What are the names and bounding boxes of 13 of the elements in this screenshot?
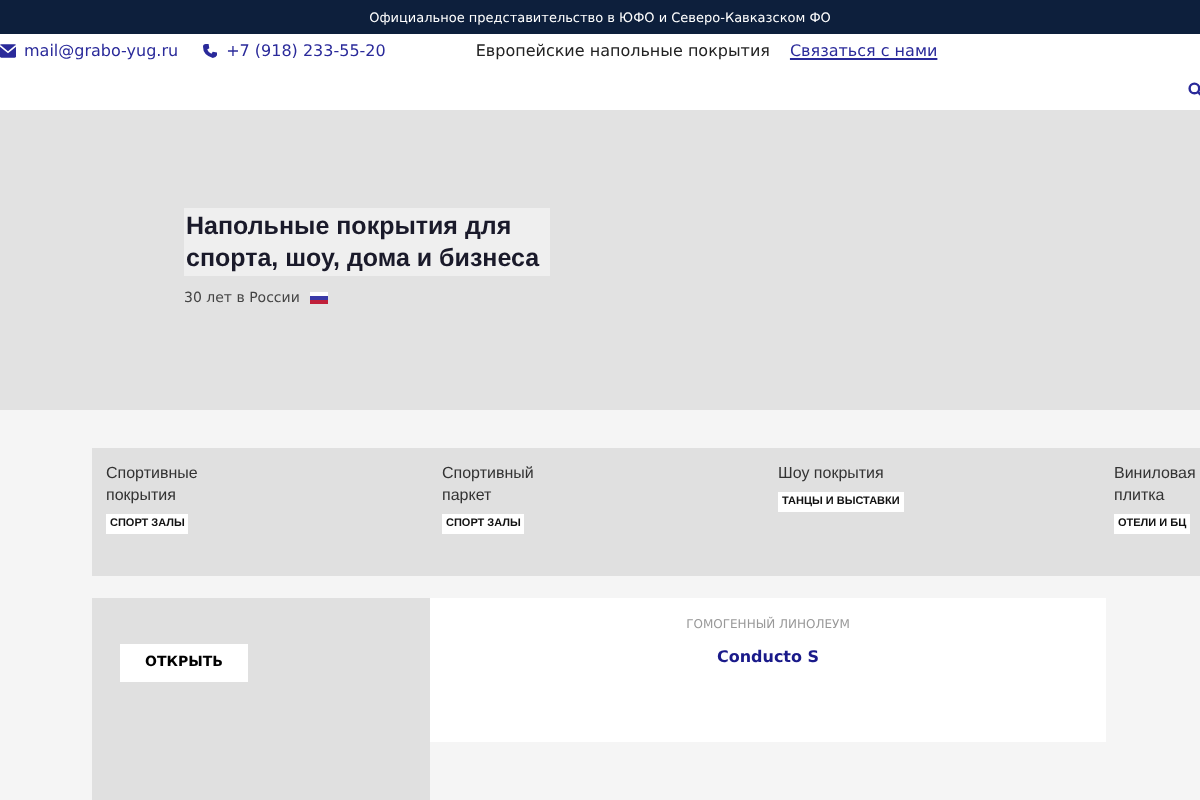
search-icon[interactable] bbox=[1188, 81, 1200, 97]
tagline: Европейские напольные покрытия bbox=[475, 42, 770, 60]
flag-icon bbox=[309, 292, 328, 304]
hero-title: Напольные покрытия для спорта, шоу, дома и бизнеса bbox=[184, 208, 550, 276]
phone-link[interactable]: +7 (918) 233-55-20 bbox=[226, 42, 386, 60]
email-link[interactable]: mail@grabo-yug.ru bbox=[24, 42, 179, 60]
contact-link[interactable]: Связаться с нами bbox=[789, 42, 938, 60]
category-title[interactable]: Шоу покрытия bbox=[778, 462, 894, 484]
phone-icon bbox=[202, 44, 219, 58]
category-title[interactable]: Спортивный паркет bbox=[442, 462, 558, 506]
product-name[interactable]: Conducto S bbox=[716, 648, 820, 666]
category-title[interactable]: Виниловая плитка bbox=[1114, 462, 1200, 506]
category-title[interactable]: Спортивные покрытия bbox=[106, 462, 222, 506]
